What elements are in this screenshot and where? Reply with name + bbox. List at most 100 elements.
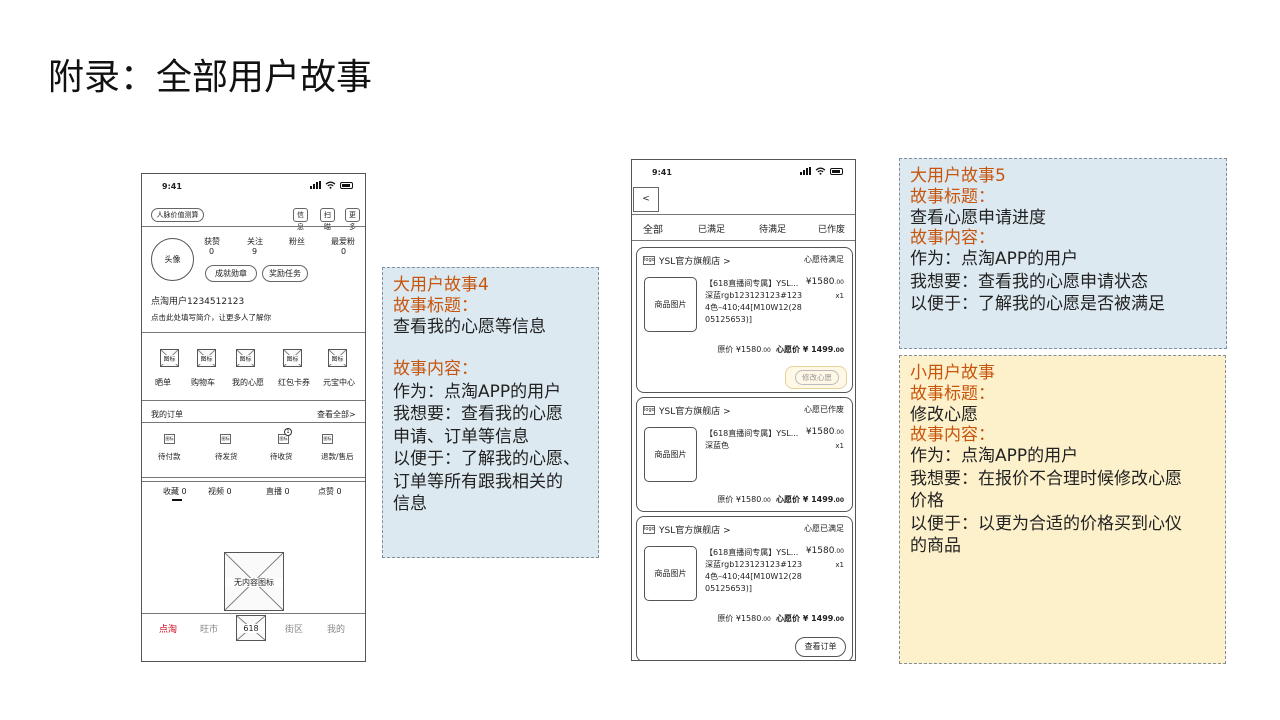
modify-wish-button[interactable]: 修改心愿 <box>785 366 847 389</box>
content-tab-live[interactable]: 直播 0 <box>266 486 290 497</box>
wish-order-card[interactable]: logo YSL官方旗舰店 > 心愿已满足 商品图片 【618直播间专属】YSL... 深… <box>636 516 853 660</box>
nav-tab-wangshi[interactable]: 旺市 <box>200 622 218 635</box>
story-title: 查看我的心愿等信息 <box>393 316 546 337</box>
placeholder-label: 图标 <box>198 354 215 364</box>
product-quantity: x1 <box>835 561 844 569</box>
pending-shipment-icon: 图标 <box>220 434 231 444</box>
original-price: 原价 ¥1580 <box>717 614 762 623</box>
wish-icon: 图标 <box>236 349 255 367</box>
wishlist-phone-mockup: 9:41 < 全部 已满足 待满足 已作废 logo YSL官方旗舰店 > 心愿待满… <box>631 159 856 661</box>
wish-order-card[interactable]: logo YSL官方旗舰店 > 心愿待满足 商品图片 【618直播间专属】YSL... 深… <box>636 247 853 393</box>
divider <box>632 240 855 241</box>
tab-pending[interactable]: 待满足 <box>759 222 786 235</box>
network-value-button[interactable]: 人脉价值测算 <box>151 208 204 222</box>
cart-icon: 图标 <box>197 349 216 367</box>
story-title-label: 故事标题： <box>393 295 478 316</box>
product-image: 商品图片 <box>644 546 697 601</box>
nav-tab-618[interactable]: 618 <box>236 615 266 641</box>
divider <box>142 477 365 478</box>
stat-following-label: 关注 <box>247 237 263 246</box>
product-image: 商品图片 <box>644 427 697 482</box>
product-spec: 深蓝色 <box>705 441 729 450</box>
story-line: 申请、订单等信息 <box>393 426 529 447</box>
user-story-5-box: 大用户故事5 故事标题： 查看心愿申请进度 故事内容： 作为：点淘APP的用户 … <box>899 158 1227 349</box>
story-line: 以便于：了解我的心愿、 <box>393 449 580 469</box>
content-tab-likes[interactable]: 点赞 0 <box>318 486 342 497</box>
wish-status: 心愿待满足 <box>804 255 844 264</box>
shop-name-link[interactable]: YSL官方旗舰店 > <box>659 254 731 267</box>
small-user-story-box: 小用户故事 故事标题： 修改心愿 故事内容： 作为：点淘APP的用户 我想要：在… <box>899 355 1226 664</box>
orders-view-all-link[interactable]: 查看全部> <box>317 409 356 420</box>
shop-logo: logo <box>643 525 655 534</box>
product-info: 【618直播间专属】YSL... 深蓝色 <box>705 428 805 452</box>
story-line: 价格 <box>910 491 944 511</box>
active-tab-indicator <box>172 499 182 501</box>
avatar[interactable]: 头像 <box>151 238 194 281</box>
more-button[interactable]: 更多 <box>345 208 360 231</box>
shop-name-link[interactable]: YSL官方旗舰店 > <box>659 404 731 417</box>
status-time: 9:41 <box>162 182 182 191</box>
tab-all[interactable]: 全部 <box>643 221 663 236</box>
orders-title: 我的订单 <box>151 410 183 419</box>
content-tab-videos[interactable]: 视频 0 <box>208 486 232 497</box>
notification-badge: 1 <box>284 428 292 436</box>
order-label: 待发货 <box>215 452 238 461</box>
signal-icon <box>310 181 321 189</box>
profile-intro[interactable]: 点击此处填写简介，让更多人了解你 <box>151 312 271 323</box>
status-time: 9:41 <box>652 168 672 177</box>
user-story-4-box: 大用户故事4 故事标题： 查看我的心愿等信息 故事内容： 作为：点淘APP的用户… <box>382 267 599 558</box>
tab-fulfilled[interactable]: 已满足 <box>698 222 725 235</box>
story-line: 我想要：查看我的心愿申请状态 <box>910 271 1148 292</box>
placeholder-label: 图标 <box>284 354 301 364</box>
battery-icon <box>340 181 353 189</box>
shop-logo: logo <box>643 256 655 265</box>
story-line: 作为：点淘APP的用户 <box>910 446 1079 466</box>
divider <box>142 613 365 614</box>
reward-task-button[interactable]: 奖励任务 <box>262 265 308 282</box>
placeholder-label: 图标 <box>237 354 254 364</box>
status-bar: 9:41 <box>632 160 855 184</box>
story-content-label: 故事内容： <box>910 228 995 248</box>
story-title-label: 故事标题： <box>910 383 995 404</box>
achievement-badge-button[interactable]: 成就勋章 <box>205 265 257 282</box>
nav-tab-mine[interactable]: 我的 <box>327 622 345 635</box>
profile-phone-mockup: 9:41 人脉价值测算 信息 扫瞄 更多 头像 获赞 0 关注 9 粉丝 最爱粉… <box>141 173 366 662</box>
ingot-icon: 图标 <box>328 349 347 367</box>
price-summary: 原价 ¥1580.00 心愿价 ¥ 1499.00 <box>717 495 844 504</box>
menu-item-label: 购物车 <box>191 378 215 387</box>
wish-status: 心愿已作废 <box>804 405 844 414</box>
shop-name-link[interactable]: YSL官方旗舰店 > <box>659 523 731 536</box>
content-tab-favorites[interactable]: 收藏 0 <box>163 486 187 497</box>
divider <box>142 226 365 227</box>
username: 点淘用户1234512123 <box>151 297 245 307</box>
price-summary: 原价 ¥1580.00 心愿价 ¥ 1499.00 <box>717 345 844 354</box>
back-button[interactable]: < <box>633 187 659 212</box>
message-button[interactable]: 信息 <box>293 208 308 231</box>
wish-price: 心愿价 ¥ 1499 <box>775 495 834 504</box>
nav-tab-street[interactable]: 街区 <box>285 622 303 635</box>
nav-tab-diantao[interactable]: 点淘 <box>159 622 177 635</box>
story-line: 以便于：以更为合适的价格买到心仪 <box>910 513 1182 534</box>
price-summary: 原价 ¥1580.00 心愿价 ¥ 1499.00 <box>717 614 844 623</box>
scan-button[interactable]: 扫瞄 <box>320 208 335 231</box>
wish-order-card[interactable]: logo YSL官方旗舰店 > 心愿已作废 商品图片 【618直播间专属】YSL... 深… <box>636 397 853 512</box>
story-title: 查看心愿申请进度 <box>910 207 1046 228</box>
order-label: 待收货 <box>270 452 293 461</box>
story-line: 我想要：在报价不合理时候修改心愿 <box>910 468 1182 489</box>
product-spec: 深蓝rgb123123123#1234色–410;44[M10W12(28051… <box>705 291 803 324</box>
product-name: 【618直播间专属】YSL... <box>705 429 799 438</box>
product-image: 商品图片 <box>644 277 697 332</box>
story-heading: 大用户故事4 <box>393 275 489 295</box>
stat-top-fans-value: 0 <box>341 247 347 256</box>
tab-cancelled[interactable]: 已作废 <box>818 222 845 235</box>
view-order-button[interactable]: 查看订单 <box>795 637 846 657</box>
divider <box>632 214 855 215</box>
empty-content-label: 无内容图标 <box>225 578 283 587</box>
placeholder-label: 图标 <box>329 354 346 364</box>
stat-likes-value: 0 <box>209 247 215 256</box>
menu-item-label: 元宝中心 <box>323 378 355 387</box>
pending-payment-icon: 图标 <box>164 434 175 444</box>
story-heading: 小用户故事 <box>910 363 995 383</box>
story-line: 以便于：了解我的心愿是否被满足 <box>910 294 1165 314</box>
product-spec: 深蓝rgb123123123#1234色–410;44[M10W12(28051… <box>705 560 803 593</box>
